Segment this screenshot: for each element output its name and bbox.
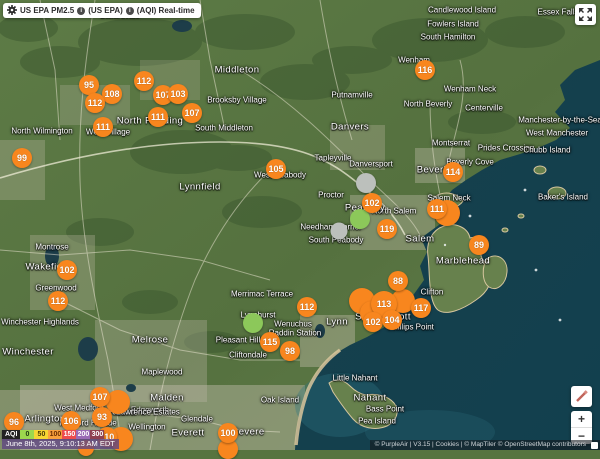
aqi-marker[interactable]: 102 <box>362 193 382 213</box>
aqi-marker[interactable]: 106 <box>61 411 81 431</box>
aqi-marker[interactable]: 105 <box>266 159 286 179</box>
fullscreen-button[interactable] <box>575 4 596 25</box>
aqi-marker[interactable]: 112 <box>297 297 317 317</box>
attribution-bar[interactable]: © PurpleAir | V3.15 | Cookies | © MapTil… <box>370 440 600 450</box>
aqi-marker[interactable]: 111 <box>148 107 168 127</box>
aqi-marker[interactable]: 102 <box>363 312 383 332</box>
legend-stop: 200 <box>76 430 90 439</box>
layer-title-period: (AQI) Real-time <box>137 6 195 15</box>
legend-stop: 100 <box>48 430 62 439</box>
aqi-marker[interactable]: 93 <box>92 407 112 427</box>
legend-stop: 50 <box>34 430 48 439</box>
aqi-marker[interactable]: 100 <box>218 423 238 443</box>
aqi-marker[interactable]: 104 <box>382 310 402 330</box>
aqi-marker[interactable]: 115 <box>260 332 280 352</box>
info-icon[interactable]: i <box>126 7 134 15</box>
aqi-marker[interactable]: 102 <box>57 260 77 280</box>
aqi-marker[interactable]: 88 <box>388 271 408 291</box>
aqi-marker[interactable]: 96 <box>4 412 24 432</box>
layer-title-metric: US EPA PM2.5 <box>20 6 74 15</box>
aqi-marker[interactable]: 89 <box>469 235 489 255</box>
aqi-marker[interactable]: 98 <box>280 341 300 361</box>
layer-selector-bar[interactable]: US EPA PM2.5 i (US EPA) i (AQI) Real-tim… <box>3 3 201 18</box>
pencil-icon <box>575 390 588 403</box>
map-canvas[interactable]: BallardvaleCandlewood IslandFowlers Isla… <box>0 0 600 450</box>
satellite-basemap <box>0 0 600 450</box>
aqi-marker[interactable]: 103 <box>168 84 188 104</box>
aqi-marker[interactable]: 116 <box>415 60 435 80</box>
aqi-marker[interactable]: 108 <box>102 84 122 104</box>
sensor-circle[interactable] <box>243 313 263 333</box>
aqi-legend: AQI 050100150200300 <box>2 430 104 439</box>
attribution-logo[interactable] <box>591 442 598 449</box>
legend-stop: 150 <box>62 430 76 439</box>
aqi-marker[interactable]: 112 <box>48 291 68 311</box>
aqi-marker[interactable]: 114 <box>443 162 463 182</box>
sensor-circle[interactable] <box>356 173 376 193</box>
legend-label: AQI <box>2 430 20 439</box>
info-icon[interactable]: i <box>77 7 85 15</box>
fullscreen-icon <box>579 8 592 21</box>
timestamp: June 8th, 2025, 9:10:13 AM EDT <box>2 439 119 449</box>
aqi-marker[interactable]: 117 <box>411 298 431 318</box>
aqi-marker[interactable]: 112 <box>85 93 105 113</box>
settings-gear-icon[interactable] <box>7 5 17 17</box>
aqi-marker[interactable]: 95 <box>79 75 99 95</box>
aqi-marker[interactable]: 107 <box>90 387 110 407</box>
layer-title-conversion: (US EPA) <box>88 6 123 15</box>
aqi-marker[interactable]: 99 <box>12 148 32 168</box>
legend-stop: 0 <box>20 430 34 439</box>
sensor-circle[interactable] <box>331 223 348 240</box>
aqi-marker[interactable]: 111 <box>427 199 447 219</box>
draw-tool-button[interactable] <box>571 386 592 407</box>
legend-stop: 300 <box>90 430 104 439</box>
aqi-marker[interactable]: 119 <box>377 219 397 239</box>
aqi-marker[interactable]: 112 <box>134 71 154 91</box>
aqi-marker[interactable]: 111 <box>93 117 113 137</box>
zoom-in-button[interactable]: + <box>571 411 592 427</box>
aqi-marker[interactable]: 107 <box>182 103 202 123</box>
